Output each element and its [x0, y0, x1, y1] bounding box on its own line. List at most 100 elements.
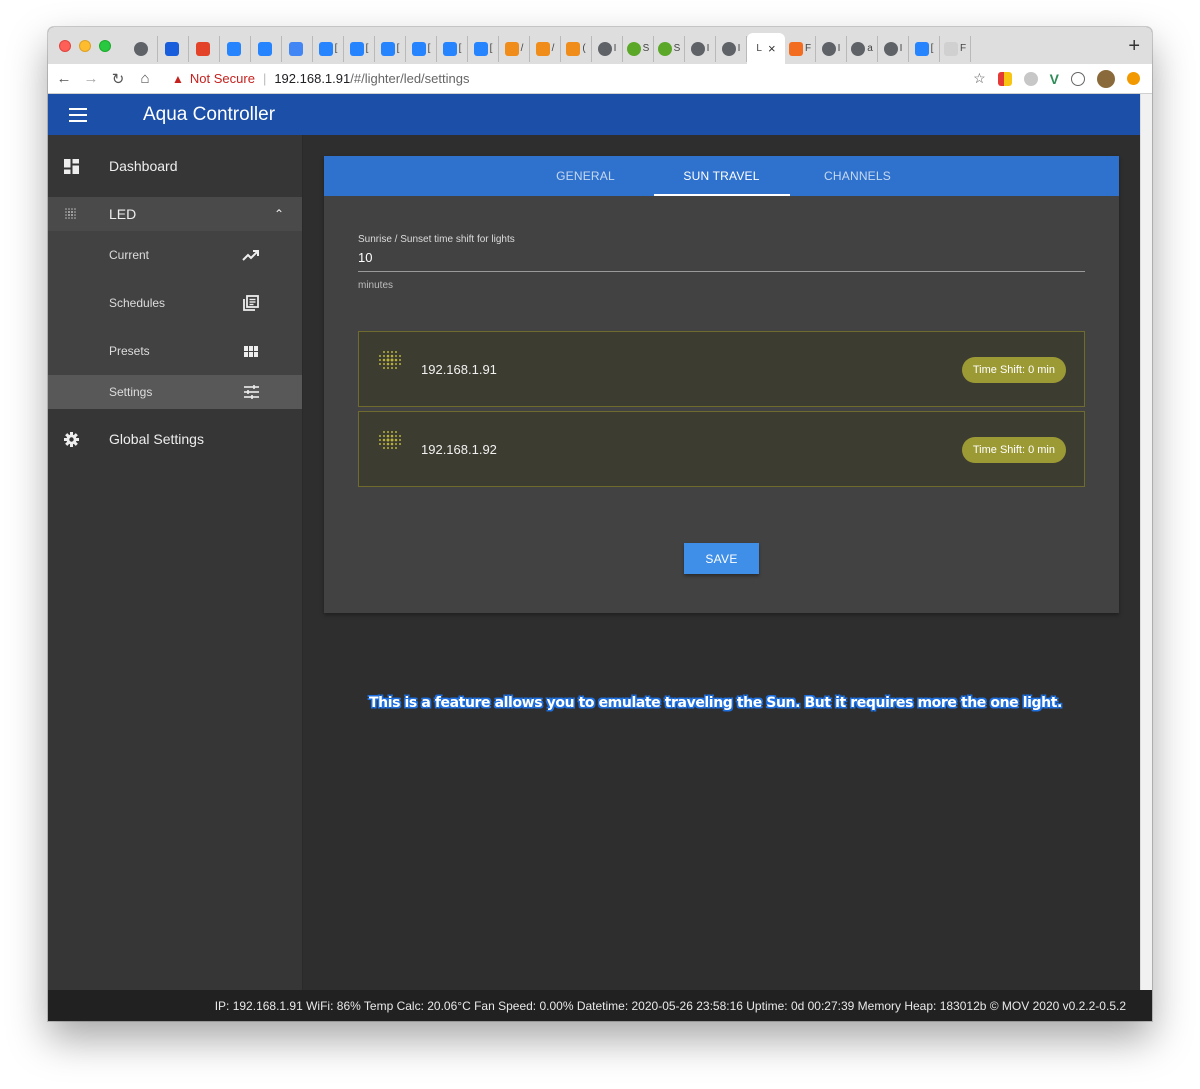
- vue-devtools-icon[interactable]: V: [1050, 71, 1059, 87]
- browser-tab-label: /: [520, 43, 524, 54]
- browser-tab-active[interactable]: L ×: [747, 33, 785, 64]
- menu-icon[interactable]: [69, 107, 87, 122]
- trending-up-icon: [242, 246, 260, 264]
- settings-tabs: GENERAL SUN TRAVEL CHANNELS: [324, 156, 1119, 196]
- jira-icon: [914, 41, 929, 56]
- browser-tab-label: [: [396, 43, 400, 54]
- main-content: GENERAL SUN TRAVEL CHANNELS Sunrise / Su…: [303, 135, 1140, 990]
- code-extension-icon[interactable]: [1071, 71, 1085, 86]
- bookmark-extension-icon[interactable]: [997, 71, 1012, 86]
- time-shift-chip[interactable]: Time Shift: 0 min: [961, 357, 1066, 383]
- led-dots-icon: [63, 206, 79, 222]
- browser-tab[interactable]: I: [685, 35, 716, 62]
- browser-tab[interactable]: [: [313, 35, 344, 62]
- browser-tab[interactable]: (: [561, 35, 592, 62]
- time-shift-chip[interactable]: Time Shift: 0 min: [961, 437, 1066, 463]
- globe-icon: [690, 41, 705, 56]
- page-scrollbar[interactable]: [1140, 94, 1152, 1021]
- green-circle-icon: [657, 41, 672, 56]
- browser-tab[interactable]: [: [344, 35, 375, 62]
- new-tab-button[interactable]: +: [1128, 35, 1140, 58]
- browser-tab-label: F: [959, 43, 967, 54]
- zoom-window-button[interactable]: [99, 39, 111, 52]
- browser-tab[interactable]: I: [592, 35, 623, 62]
- home-button[interactable]: ⌂: [134, 70, 156, 87]
- globe-icon: [821, 41, 836, 56]
- tune-icon: [242, 383, 260, 401]
- light-ip: 192.168.1.91: [421, 362, 497, 377]
- browser-tab[interactable]: [: [437, 35, 468, 62]
- close-window-button[interactable]: [59, 39, 71, 52]
- sidebar-item-presets[interactable]: Presets: [48, 327, 302, 375]
- light-row[interactable]: 192.168.1.92 Time Shift: 0 min: [358, 411, 1085, 487]
- browser-tab[interactable]: /: [499, 35, 530, 62]
- browser-tab[interactable]: [189, 35, 220, 62]
- bookmark-star-icon[interactable]: ☆: [973, 70, 986, 87]
- browser-tab-label: (: [582, 43, 586, 54]
- sidebar-item-settings[interactable]: Settings: [48, 375, 302, 409]
- browser-tab[interactable]: [: [406, 35, 437, 62]
- browser-tab[interactable]: [127, 35, 158, 62]
- minimize-window-button[interactable]: [79, 39, 91, 52]
- tab-general[interactable]: GENERAL: [518, 156, 654, 196]
- browser-tab-label: I: [837, 43, 841, 54]
- browser-tab[interactable]: F: [785, 35, 816, 62]
- url-path: /#/lighter/led/settings: [350, 71, 470, 86]
- translate-icon: [289, 41, 303, 56]
- sidebar-item-dashboard[interactable]: Dashboard: [48, 135, 302, 197]
- tab-sun-travel[interactable]: SUN TRAVEL: [653, 156, 790, 196]
- sidebar-group-led[interactable]: LED ⌃: [48, 197, 302, 231]
- sl-icon: [943, 41, 958, 56]
- browser-tab[interactable]: [251, 35, 282, 62]
- not-secure-label: Not Secure: [189, 71, 255, 86]
- browser-tab-strip: [[[[[[/ /(I S S I I L × F Ia I[F +: [48, 27, 1152, 64]
- save-button[interactable]: SAVE: [684, 543, 759, 574]
- update-alert-icon[interactable]: [1127, 72, 1140, 85]
- browser-tab[interactable]: [: [909, 35, 940, 62]
- sidebar-item-current[interactable]: Current: [48, 231, 302, 279]
- forward-button[interactable]: →: [80, 70, 102, 87]
- browser-tab[interactable]: [158, 35, 189, 62]
- browser-tab-label: [: [930, 43, 934, 54]
- sidebar-item-label: Global Settings: [109, 431, 204, 447]
- browser-tab[interactable]: /: [530, 35, 561, 62]
- field-label: Sunrise / Sunset time shift for lights: [358, 234, 515, 245]
- browser-tab[interactable]: [: [375, 35, 406, 62]
- browser-tab[interactable]: I: [716, 35, 747, 62]
- browser-tab[interactable]: [282, 35, 313, 62]
- browser-tab-label: S: [673, 43, 681, 54]
- sidebar-item-schedules[interactable]: Schedules: [48, 279, 302, 327]
- time-shift-input[interactable]: 10: [358, 250, 1085, 272]
- address-bar[interactable]: ▲ Not Secure | 192.168.1.91 /#/lighter/l…: [172, 71, 973, 86]
- dashboard-icon: [63, 158, 79, 174]
- profile-avatar[interactable]: [1097, 69, 1115, 88]
- browser-tab[interactable]: S: [654, 35, 685, 62]
- browser-tab[interactable]: a: [847, 35, 878, 62]
- browser-tab[interactable]: I: [878, 35, 909, 62]
- green-circle-icon: [626, 41, 641, 56]
- back-button[interactable]: ←: [53, 70, 75, 87]
- package-icon: [504, 41, 519, 56]
- confluence-icon: [227, 41, 241, 56]
- tab-channels[interactable]: CHANNELS: [790, 156, 926, 196]
- package-icon: [535, 41, 550, 56]
- reload-button[interactable]: ↻: [107, 70, 129, 88]
- browser-tab-label: a: [867, 43, 873, 54]
- browser-tab[interactable]: F: [940, 35, 971, 62]
- browser-tab[interactable]: [: [468, 35, 499, 62]
- browser-tab[interactable]: [220, 35, 251, 62]
- gitlab-icon: [196, 41, 210, 56]
- browser-tab-label: L: [756, 43, 762, 54]
- browser-tab[interactable]: I: [816, 35, 847, 62]
- browser-tab-label: I: [899, 43, 903, 54]
- chevron-up-icon[interactable]: ⌃: [274, 207, 284, 221]
- browser-tab[interactable]: S: [623, 35, 654, 62]
- led-light-icon: [378, 430, 402, 457]
- app-title: Aqua Controller: [143, 103, 276, 125]
- gear-icon: [63, 431, 79, 447]
- light-row[interactable]: 192.168.1.91 Time Shift: 0 min: [358, 331, 1085, 407]
- sidebar-item-global-settings[interactable]: Global Settings: [48, 409, 302, 469]
- sidebar-item-label: LED: [109, 206, 137, 222]
- gray-extension-icon[interactable]: [1023, 71, 1038, 86]
- close-icon[interactable]: ×: [768, 41, 776, 56]
